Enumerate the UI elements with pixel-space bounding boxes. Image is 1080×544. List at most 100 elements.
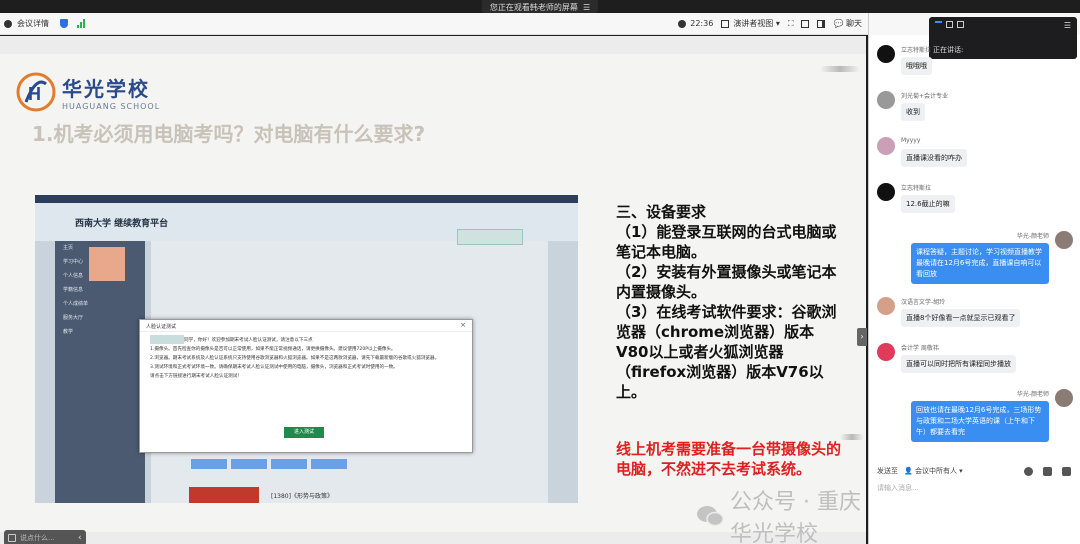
chat-label: 聊天 [846,19,862,28]
enter-test-button[interactable]: 进入测试 [284,427,324,438]
question-title: 1.机考必须用电脑考吗？对电脑有什么要求? [32,122,426,146]
shield-icon[interactable] [60,19,68,28]
avatar[interactable] [877,91,895,109]
emoji-icon[interactable] [1024,466,1033,476]
send-to-dropdown[interactable]: 👤 会议中所有人 ▾ [904,466,963,476]
chat-messages: 立志特斯拉 哦哦哦 刘光菊+会计专业 收到 Myyyy 直播课没看的咋办 立志特斯拉 12.6… [869,35,1080,463]
device-requirements-text: 三、设备要求 （1）能登录互联网的台式电脑或笔记本电脑。 （2）安装有外置摄像头… [616,202,846,402]
info-icon[interactable] [4,19,12,28]
sender-name: 立志特斯拉 [901,185,932,192]
menu-icon[interactable]: ☰ [580,3,590,12]
wechat-watermark: 公众号 · 重庆华光学校 [696,484,866,544]
school-name-en: HUAGUANG SCHOOL [62,102,161,111]
embedded-button[interactable] [231,459,267,469]
avatar[interactable] [877,45,895,63]
embedded-button[interactable] [271,459,307,469]
dialog-line: 3.测试环境和正式考试环境一致。请确保期末考试人脸认证测试中使用的电脑，摄像头，… [150,365,398,370]
chat-input-placeholder: 请输入消息... [877,484,919,492]
requirement-1: （1）能登录互联网的台式电脑或笔记本电脑。 [616,223,837,261]
comment-input[interactable]: 说点什么... [20,533,74,543]
message-bubble: 直播课没看的咋办 [901,149,967,167]
avatar[interactable] [877,183,895,201]
grid-icon [721,19,730,28]
embedded-site-title: 西南大学 继续教育平台 [75,218,169,229]
fullscreen-icon[interactable]: ⛶ [788,19,794,29]
avatar[interactable] [1055,231,1073,249]
message-bubble: 收到 [901,103,925,121]
comment-icon[interactable] [8,534,16,542]
school-logo: H 华光学校 HUAGUANG SCHOOL [16,72,160,112]
window-icon[interactable] [946,21,953,28]
collapse-icon[interactable]: ‹ [78,533,82,543]
brush-decoration [840,434,864,440]
bottom-comment-bar: 说点什么... ‹ [4,530,86,544]
dialog-greeting: 同学，你好！欢迎参加期末考试人脸认证测试，请注意以下三点 [184,338,313,343]
wechat-icon [696,505,724,527]
sender-name: 汉语言文学-胡玲 [901,299,946,306]
sender-name: 会计学 周敬祎 [901,345,939,352]
collapse-panel-tab[interactable]: › [857,328,867,346]
course-name: [1380]《形势与政策》 [271,493,333,500]
redaction-box [457,229,523,245]
send-target-bar: 发送至 👤 会议中所有人 ▾ [869,463,1080,479]
view-mode-label: 演讲者视图 [733,19,774,28]
requirement-3: （3）在线考试软件要求：谷歌浏览器（chrome浏览器）版本V80以上或者火狐浏… [616,303,837,401]
embedded-topbar [35,195,578,203]
signal-icon[interactable] [77,19,85,28]
sender-name: Myyyy [901,137,921,144]
embedded-button[interactable] [191,459,227,469]
send-to-value: 会议中所有人 [914,467,957,475]
folder-icon[interactable] [1043,466,1052,476]
sidebar-icon[interactable] [817,19,826,28]
sender-name: 华光-颜老师 [1016,233,1049,240]
school-logo-mark: H [16,72,56,112]
grid-icon[interactable] [957,21,964,28]
message-bubble: 回放也请在最晚12月6号完成，三场形势与政策和二场大学英语的课（上午和下午）都要… [911,401,1049,442]
brush-decoration [820,66,860,72]
school-name-cn: 华光学校 [62,77,150,101]
avatar[interactable] [877,343,895,361]
meeting-time: 22:36 [690,19,714,28]
meeting-toolbar: 会议详情 22:36 演讲者视图 ▾ ⛶ 💬 聊天 [0,13,868,35]
watermark-text: 公众号 · 重庆华光学校 [730,490,861,544]
minimize-icon[interactable] [935,21,942,28]
chat-button[interactable]: 💬 聊天 [833,18,862,29]
avatar[interactable] [877,297,895,315]
embedded-sidebar-item[interactable]: 个人成绩单 [55,297,145,311]
sender-name: 刘光菊+会计专业 [901,93,949,100]
view-mode-dropdown[interactable]: 演讲者视图 ▾ [733,18,780,29]
redaction-box [89,247,125,281]
meeting-details-button[interactable]: 会议详情 [17,18,49,29]
message-bubble: 12.6截止的嘛 [901,195,955,213]
embedded-screenshot: 西南大学 继续教育平台 主页 学习中心 个人信息 学籍信息 个人成绩单 服务大厅 教学 人脸… [35,195,578,503]
send-to-label: 发送至 [877,467,898,475]
chat-panel: ☰ 正在讲话: 立志特斯拉 哦哦哦 刘光菊+会计专业 收到 Myyyy 直播课没看的咋办立… [868,13,1080,544]
dialog-line: 请点击下方链接进行期末考试人脸认证测试！ [150,374,242,379]
dialog-line: 1.摄像头。首先检查你的摄像头是否可以正常使用，如果不能正常视频通话，请更换摄像… [150,347,396,352]
embedded-action-buttons [191,459,347,469]
layout-icon[interactable] [801,19,810,28]
requirement-2: （2）安装有外置摄像头或笔记本内置摄像头。 [616,263,837,301]
message-bubble: 直播8个好像看一点就显示已观看了 [901,309,1021,327]
sender-name: 立志特斯拉 [901,47,932,54]
redaction-box [150,335,184,344]
list-icon[interactable]: ☰ [1064,21,1071,30]
embedded-button[interactable] [311,459,347,469]
avatar[interactable] [1055,389,1073,407]
message-bubble: 直播可以同时把所有课程同步播放 [901,355,1016,373]
presentation-slide: H 华光学校 HUAGUANG SCHOOL 1.机考必须用电脑考吗？对电脑有什… [0,54,866,532]
course-thumbnail [189,487,259,503]
image-icon[interactable] [1062,466,1071,476]
embedded-sidebar-item[interactable]: 教学 [55,325,145,339]
requirements-heading: 三、设备要求 [616,203,707,221]
avatar[interactable] [877,137,895,155]
screen-share-banner: 您正在观看韩老师的屏幕 ☰ [481,0,599,13]
embedded-sidebar-item[interactable]: 服务大厅 [55,311,145,325]
chat-input[interactable]: 请输入消息... [869,479,1080,544]
embedded-sidebar-item[interactable]: 学籍信息 [55,283,145,297]
face-auth-dialog: 人脸认证测试 × 同学，你好！欢迎参加期末考试人脸认证测试，请注意以下三点 1.… [139,319,473,453]
clock-icon [678,19,687,28]
svg-text:H: H [28,84,41,104]
sender-name: 华光-颜老师 [1016,391,1049,398]
close-icon[interactable]: × [460,321,466,329]
